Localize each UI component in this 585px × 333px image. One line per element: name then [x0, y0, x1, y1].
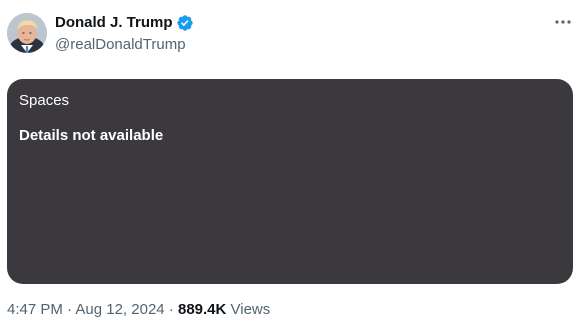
more-options-button[interactable]: [552, 14, 574, 30]
display-name[interactable]: Donald J. Trump: [55, 13, 173, 33]
space-card[interactable]: Spaces Details not available: [7, 79, 573, 284]
handle[interactable]: @realDonaldTrump: [55, 35, 194, 55]
views-count[interactable]: 889.4K: [178, 301, 226, 318]
views-label[interactable]: Views: [226, 301, 271, 318]
meta-separator: ·: [62, 301, 76, 318]
avatar-image: [7, 13, 47, 53]
space-label: Spaces: [19, 92, 70, 109]
avatar[interactable]: [7, 13, 47, 53]
name-row: Donald J. Trump: [55, 13, 194, 33]
tweet-meta: 4:47 PM · Aug 12, 2024 · 889.4K Views: [7, 300, 270, 320]
more-horizontal-icon: [555, 20, 571, 24]
timestamp-time[interactable]: 4:47 PM: [7, 301, 63, 318]
timestamp-date[interactable]: Aug 12, 2024: [75, 301, 164, 318]
meta-separator: ·: [164, 301, 178, 318]
space-title: Details not available: [19, 127, 164, 144]
tweet: Donald J. Trump @realDonaldTrump Spaces …: [0, 0, 585, 333]
verified-badge-icon[interactable]: [176, 14, 194, 32]
author-block: Donald J. Trump @realDonaldTrump: [55, 13, 194, 55]
